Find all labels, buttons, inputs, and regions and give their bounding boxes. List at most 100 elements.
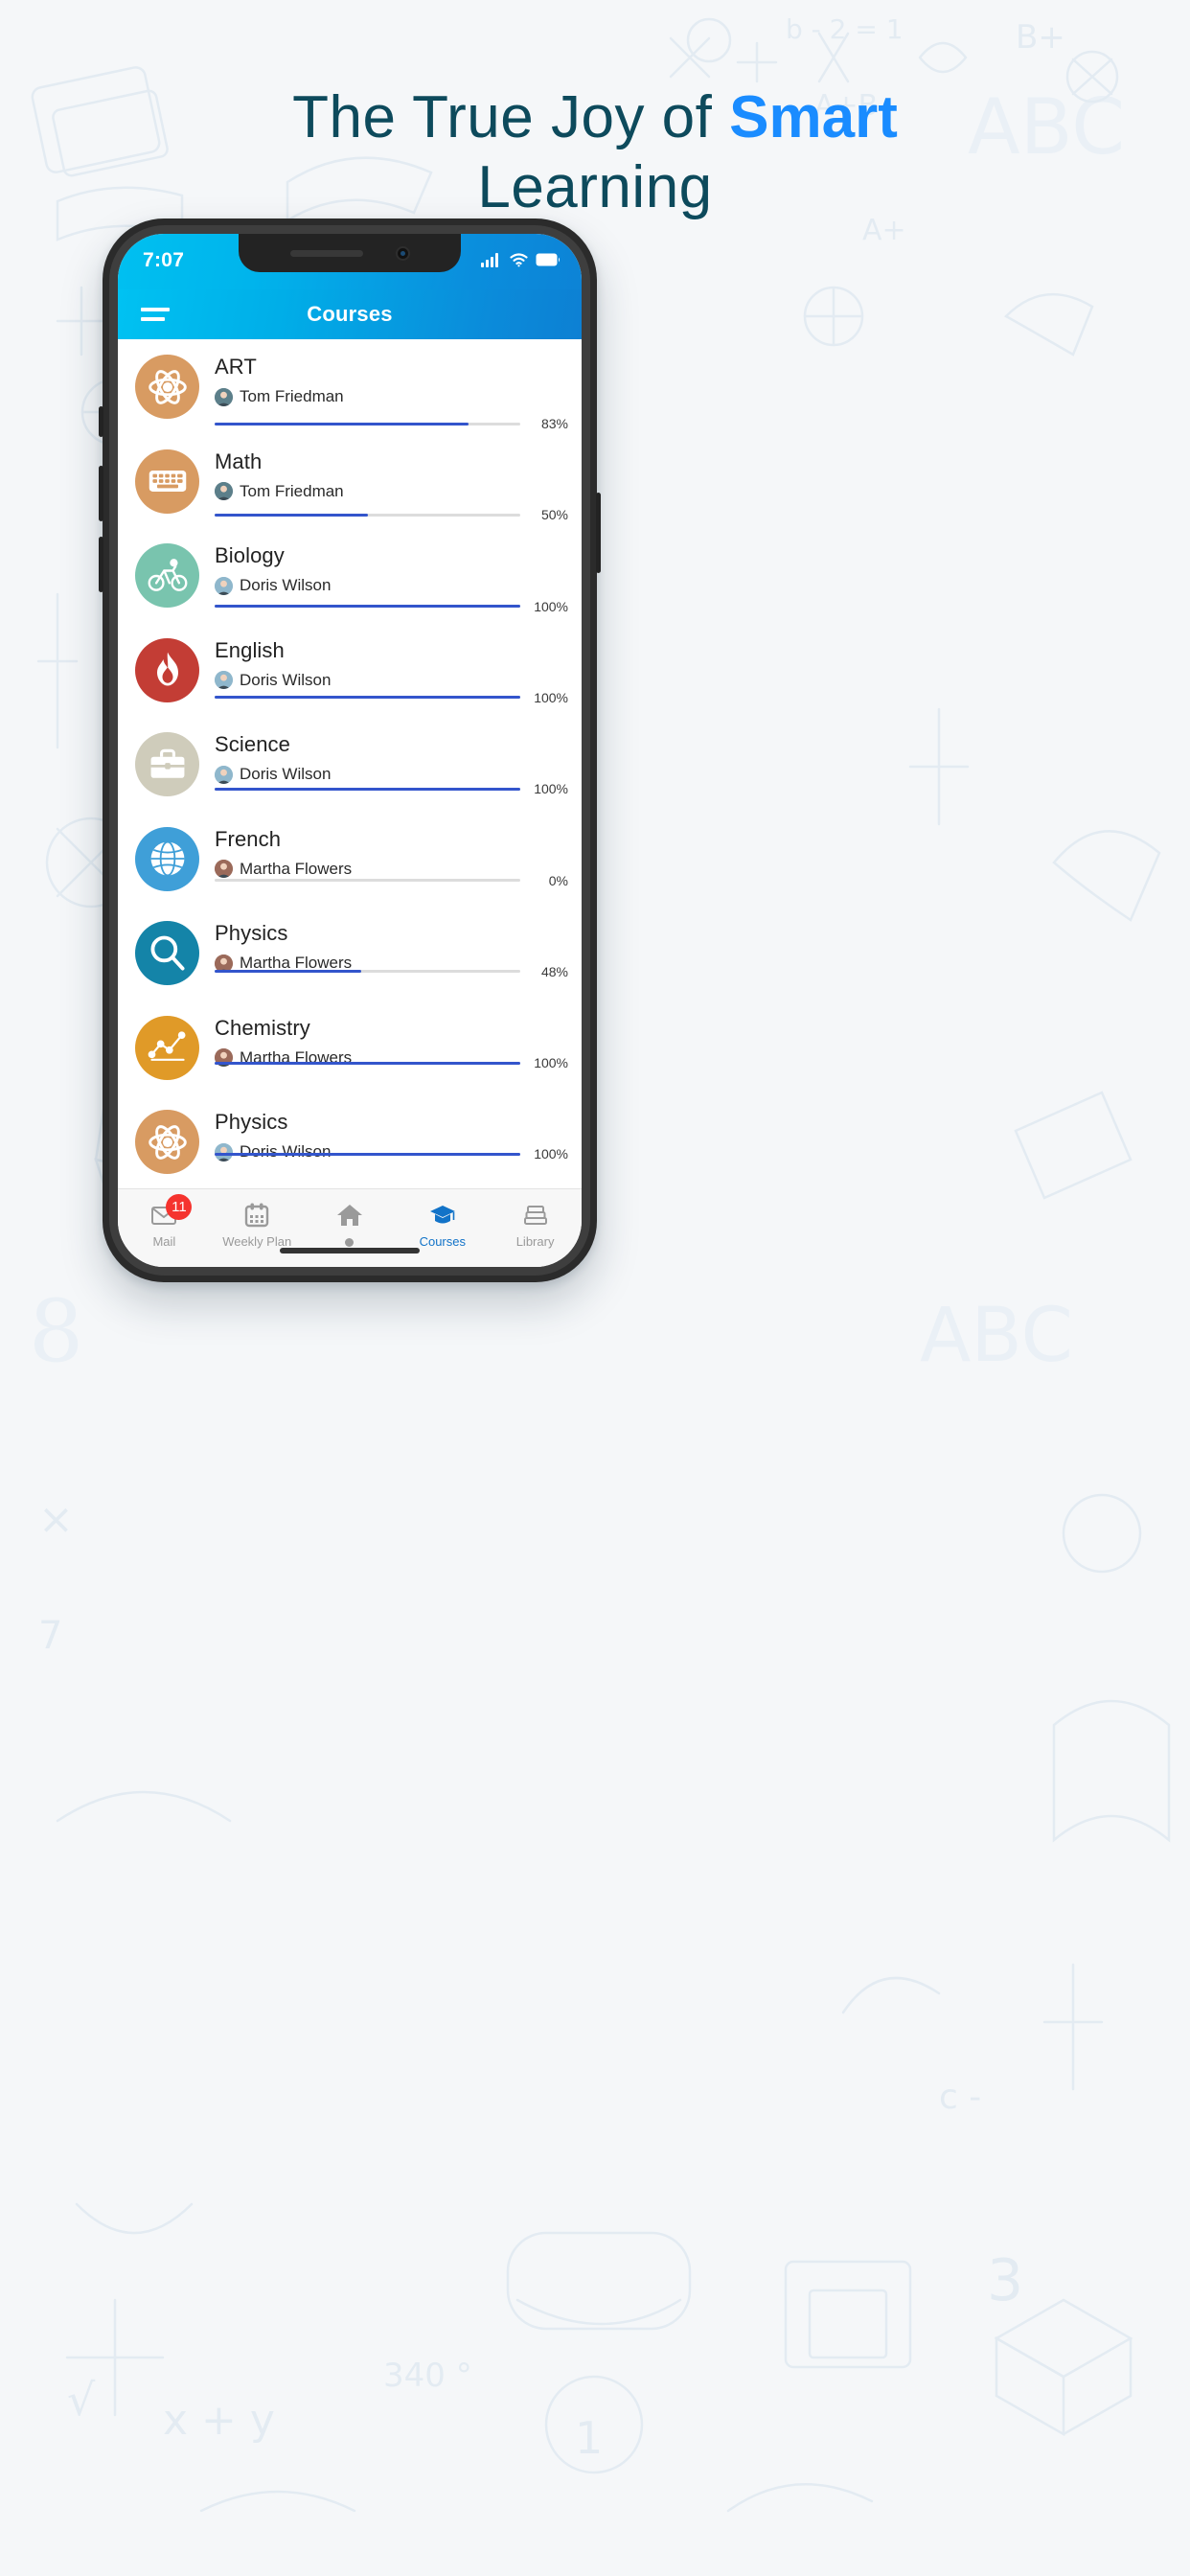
course-details: ART Tom Friedman 83% <box>215 351 568 434</box>
course-row[interactable]: ART Tom Friedman 83% <box>118 339 582 434</box>
status-bar-clock: 7:07 <box>143 249 185 271</box>
calendar-icon[interactable] <box>243 1201 270 1230</box>
atom-icon <box>147 1121 189 1163</box>
course-icon-badge <box>135 448 199 514</box>
magnifier-icon <box>147 932 189 975</box>
battery-icon <box>536 253 561 271</box>
svg-text:c -: c - <box>939 2078 981 2117</box>
course-row[interactable]: Physics Martha Flowers 48% <box>118 906 582 1000</box>
course-details: Physics Doris Wilson 100% <box>215 1106 568 1188</box>
svg-text:x + y: x + y <box>163 2396 275 2445</box>
progress-track <box>215 1152 520 1156</box>
svg-text:×: × <box>38 1495 74 1544</box>
course-teacher: Doris Wilson <box>215 671 568 690</box>
nav-item-library[interactable]: Library <box>489 1201 582 1249</box>
course-details: Science Doris Wilson 100% <box>215 728 568 812</box>
nav-item-label: Weekly Plan <box>222 1234 292 1249</box>
svg-text:1: 1 <box>575 2412 603 2464</box>
course-progress: 83% <box>215 416 568 431</box>
course-row[interactable]: English Doris Wilson 100% <box>118 623 582 718</box>
course-row[interactable]: Biology Doris Wilson 100% <box>118 528 582 623</box>
page-title: Courses <box>307 302 393 326</box>
progress-percent-label: 83% <box>540 416 568 431</box>
course-title: French <box>215 826 282 851</box>
avatar <box>215 482 233 500</box>
progress-track <box>215 787 520 791</box>
progress-fill <box>215 1152 520 1156</box>
progress-fill <box>215 605 520 609</box>
phone-screen: 7:07 Courses ART Tom Friedman 83% Math T… <box>118 234 582 1267</box>
keyboard-icon <box>147 460 189 502</box>
progress-fill <box>215 513 368 517</box>
nav-item-home[interactable] <box>304 1201 397 1247</box>
course-title: Math <box>215 448 263 473</box>
course-row[interactable]: French Martha Flowers 0% <box>118 812 582 907</box>
course-row[interactable]: Science Doris Wilson 100% <box>118 717 582 812</box>
course-details: Biology Doris Wilson 100% <box>215 540 568 623</box>
progress-track <box>215 605 520 609</box>
books-icon[interactable] <box>522 1201 549 1230</box>
course-icon-badge <box>135 921 199 985</box>
promo-page: b - 2 = 1 B+ ABC ABC A+B A+ 8 × 7 √ x + … <box>0 0 1190 2576</box>
bottom-navigation-bar[interactable]: 11 Mail Weekly Plan Courses Library <box>118 1188 582 1267</box>
graduation-cap-icon[interactable] <box>429 1201 456 1230</box>
globe-icon <box>147 838 189 880</box>
teacher-name: Doris Wilson <box>240 576 332 594</box>
avatar <box>215 387 233 406</box>
progress-percent-label: 100% <box>534 598 568 614</box>
course-progress: 100% <box>215 599 568 614</box>
course-row[interactable]: Physics Doris Wilson 100% <box>118 1094 582 1188</box>
progress-fill <box>215 970 362 974</box>
svg-text:ABC: ABC <box>920 1293 1073 1379</box>
phone-volume-up-button <box>99 466 103 521</box>
progress-percent-label: 0% <box>548 872 568 888</box>
nav-active-dot <box>345 1238 355 1247</box>
front-camera-icon <box>395 245 410 261</box>
course-details: Physics Martha Flowers 48% <box>215 917 568 1000</box>
briefcase-icon <box>147 744 189 786</box>
course-icon-badge <box>135 732 199 796</box>
teacher-name: Tom Friedman <box>240 481 344 500</box>
course-title: Chemistry <box>215 1015 310 1040</box>
home-icon[interactable] <box>336 1201 363 1230</box>
avatar <box>215 576 233 595</box>
course-row[interactable]: Chemistry Martha Flowers 100% <box>118 1000 582 1095</box>
teacher-name: Doris Wilson <box>240 670 332 689</box>
phone-mockup: 7:07 Courses ART Tom Friedman 83% Math T… <box>99 218 601 1282</box>
progress-percent-label: 100% <box>534 689 568 705</box>
progress-percent-label: 100% <box>534 1146 568 1162</box>
progress-percent-label: 100% <box>534 1055 568 1071</box>
course-progress: 100% <box>215 1146 568 1162</box>
phone-volume-down-button <box>99 537 103 592</box>
svg-text:B+: B+ <box>1016 18 1065 57</box>
nav-item-mail[interactable]: 11 Mail <box>118 1194 211 1249</box>
course-progress: 48% <box>215 964 568 979</box>
svg-text:√: √ <box>67 2374 96 2426</box>
course-icon-badge <box>135 355 199 419</box>
course-list[interactable]: ART Tom Friedman 83% Math Tom Friedman 5… <box>118 339 582 1188</box>
nav-item-weekly-plan[interactable]: Weekly Plan <box>211 1201 304 1249</box>
course-details: Chemistry Martha Flowers 100% <box>215 1012 568 1095</box>
svg-text:7: 7 <box>38 1614 62 1658</box>
progress-fill <box>215 422 469 426</box>
envelope-icon[interactable]: 11 <box>150 1194 193 1230</box>
line-chart-icon <box>147 1026 189 1069</box>
app-bar: Courses <box>118 289 582 339</box>
teacher-name: Tom Friedman <box>240 387 344 405</box>
progress-track <box>215 513 520 517</box>
progress-track <box>215 422 520 426</box>
nav-item-courses[interactable]: Courses <box>396 1201 489 1249</box>
course-row[interactable]: Math Tom Friedman 50% <box>118 434 582 529</box>
progress-percent-label: 100% <box>534 781 568 797</box>
progress-track <box>215 879 520 882</box>
course-title: Physics <box>215 1110 288 1134</box>
flame-icon <box>147 649 189 691</box>
course-title: English <box>215 637 285 662</box>
cellular-signal-icon <box>481 252 502 272</box>
home-indicator <box>280 1248 420 1254</box>
course-icon-badge <box>135 1015 199 1080</box>
progress-fill <box>215 787 520 791</box>
nav-item-label: Mail <box>152 1234 176 1249</box>
progress-track <box>215 970 520 974</box>
hero-headline-text: The True Joy of <box>292 84 730 150</box>
